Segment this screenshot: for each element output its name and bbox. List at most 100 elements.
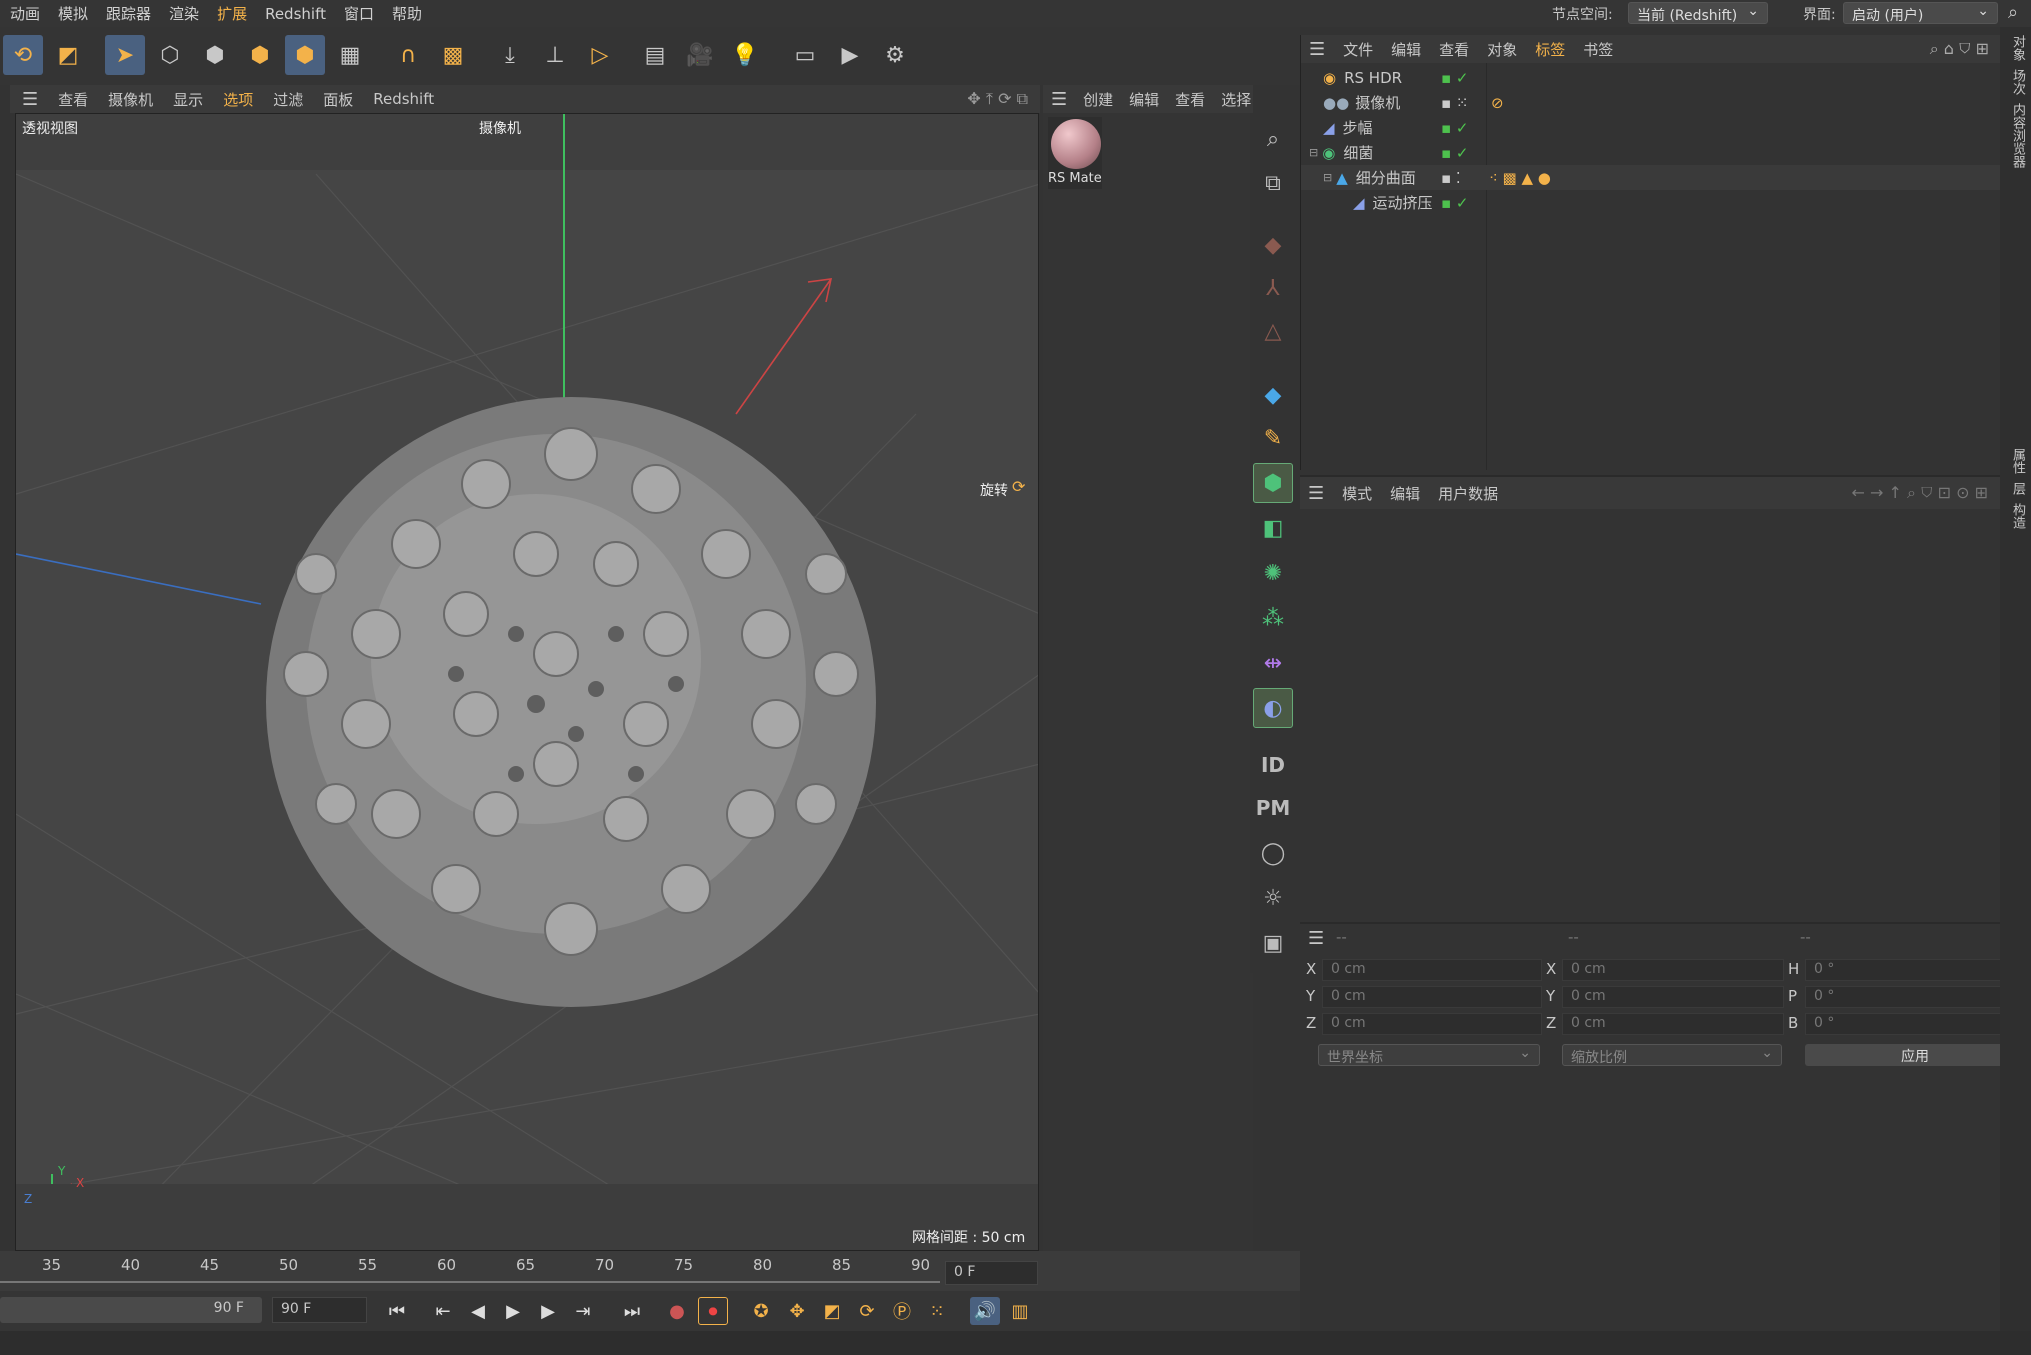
rot-p-field[interactable]: 0 ° [1805, 986, 2020, 1008]
next-frame-icon[interactable]: ▶ [533, 1297, 563, 1325]
obj-menu-bookmarks[interactable]: 书签 [1583, 39, 1613, 60]
hamburger-icon[interactable]: ☰ [22, 89, 38, 110]
tab-objects[interactable]: 对象 [2008, 35, 2027, 61]
rot-h-field[interactable]: 0 ° [1805, 959, 2020, 981]
sun-icon[interactable]: ☼ [1253, 878, 1293, 918]
visibility-check-icon[interactable]: ▪ ✓ [1441, 69, 1469, 87]
vp-menu-filter[interactable]: 过滤 [273, 89, 303, 110]
render-settings-icon[interactable]: ⚙ [875, 35, 915, 75]
collapse-icon[interactable]: ⊟ [1309, 146, 1318, 159]
floor-icon[interactable]: ▤ [635, 35, 675, 75]
aov-icon[interactable]: ▣ [1253, 923, 1293, 963]
joint-icon[interactable]: ⅄ [1253, 268, 1293, 308]
menu-simulate[interactable]: 模拟 [58, 3, 88, 24]
drop-to-floor-icon[interactable]: ⤓ [490, 35, 530, 75]
menu-window[interactable]: 窗口 [344, 3, 374, 24]
go-end-icon[interactable]: ⏭ [617, 1297, 647, 1325]
timeline-ruler[interactable]: 35 40 45 50 55 60 65 70 75 80 85 90 0 F [0, 1251, 1300, 1291]
film-icon[interactable]: ▥ [1005, 1297, 1035, 1325]
obj-menu-file[interactable]: 文件 [1343, 39, 1373, 60]
attr-menu-userdata[interactable]: 用户数据 [1438, 483, 1498, 504]
light-icon[interactable]: 💡 [725, 35, 765, 75]
cloner-icon[interactable]: ✺ [1253, 553, 1293, 593]
polygons-mode-icon[interactable]: ⬢ [240, 35, 280, 75]
visibility-dots-icon[interactable]: ▪ ⁚ [1441, 169, 1461, 187]
pen-tool-icon[interactable]: ✎ [1253, 418, 1293, 458]
attribute-hamburger-icon[interactable]: ☰ [1308, 483, 1324, 504]
perspective-viewport[interactable]: 透视视图 摄像机 Y X Z 旋转 ⟳ 网格间距: 50 cm [15, 113, 1039, 1251]
cube-icon[interactable]: ◆ [1253, 375, 1293, 415]
deformer-icon[interactable]: ◐ [1253, 688, 1293, 728]
camera-icon[interactable]: 🎥 [680, 35, 720, 75]
menu-animate[interactable]: 动画 [10, 3, 40, 24]
vp-menu-camera[interactable]: 摄像机 [108, 89, 153, 110]
tab-structure[interactable]: 构造 [2008, 503, 2027, 529]
next-key-icon[interactable]: ⇥ [568, 1297, 598, 1325]
select-tool-icon[interactable]: ➤ [105, 35, 145, 75]
pen-icon[interactable]: ▷ [580, 35, 620, 75]
undo-icon[interactable]: ⟲ [3, 35, 43, 75]
frame-icon[interactable]: ⧉ [1253, 163, 1293, 203]
object-row[interactable]: ●● 摄像机 ▪ ⁙ ⊘ [1301, 90, 2001, 115]
obj-menu-object[interactable]: 对象 [1487, 39, 1517, 60]
search-icon[interactable]: ⌕ [2008, 2, 2018, 23]
mat-menu-view[interactable]: 查看 [1175, 89, 1205, 110]
pos-y-field[interactable]: 0 cm [1322, 986, 1542, 1008]
spacing-icon[interactable]: ⇹ [1253, 643, 1293, 683]
rot-b-field[interactable]: 0 ° [1805, 1013, 2020, 1035]
param-key-icon[interactable]: Ⓟ [887, 1297, 917, 1325]
visibility-check-icon[interactable]: ▪ ✓ [1441, 144, 1469, 162]
visibility-check-icon[interactable]: ▪ ✓ [1441, 194, 1469, 212]
vp-menu-panel[interactable]: 面板 [323, 89, 353, 110]
tab-layers[interactable]: 层 [2008, 482, 2027, 495]
protection-tag-icon[interactable]: ⊘ [1491, 94, 1504, 112]
render-view-icon[interactable]: ▶ [830, 35, 870, 75]
auto-key-icon[interactable]: ⏺ [698, 1297, 728, 1325]
scale-tool-icon[interactable]: ◩ [48, 35, 88, 75]
collapse-icon[interactable]: ⊟ [1323, 171, 1332, 184]
coord-system-dropdown[interactable]: 世界坐标 [1318, 1044, 1540, 1066]
grid-snap-icon[interactable]: ▩ [433, 35, 473, 75]
object-row[interactable]: ⊟ ◉ 细菌 ▪ ✓ [1301, 140, 2001, 165]
vp-menu-redshift[interactable]: Redshift [373, 90, 434, 108]
mograph-icon[interactable]: ⁂ [1253, 598, 1293, 638]
menu-render[interactable]: 渲染 [169, 3, 199, 24]
tab-attributes[interactable]: 属性 [2008, 448, 2027, 474]
mat-menu-edit[interactable]: 编辑 [1129, 89, 1159, 110]
clay-icon[interactable]: ◆ [1253, 225, 1293, 265]
attr-menu-mode[interactable]: 模式 [1342, 483, 1372, 504]
visibility-check-icon[interactable]: ▪ ✓ [1441, 119, 1469, 137]
coord-hamburger-icon[interactable]: ☰ [1308, 928, 1324, 949]
object-toolbar-icons[interactable]: ⌕ ⌂ ⛉ ⊞ [1930, 39, 1989, 59]
menu-extensions[interactable]: 扩展 [217, 3, 247, 24]
record-icon[interactable]: ● [662, 1297, 692, 1325]
magnet-icon[interactable]: ∩ [388, 35, 428, 75]
pla-key-icon[interactable]: ⁙ [922, 1297, 952, 1325]
node-space-dropdown[interactable]: 当前 (Redshift) [1628, 2, 1768, 24]
vp-menu-options[interactable]: 选项 [223, 89, 253, 110]
tab-content-browser[interactable]: 内容浏览器 [2008, 103, 2027, 168]
mat-menu-select[interactable]: 选择 [1221, 89, 1251, 110]
layout-dropdown[interactable]: 启动 (用户) [1843, 2, 1998, 24]
subdivision-icon[interactable]: ⬢ [1253, 463, 1293, 503]
play-icon[interactable]: ▶ [498, 1297, 528, 1325]
end-frame-slider[interactable]: 90 F [0, 1297, 262, 1323]
scale-mode-dropdown[interactable]: 缩放比例 [1562, 1044, 1782, 1066]
size-y-field[interactable]: 0 cm [1562, 986, 1784, 1008]
object-row[interactable]: ◉ RS HDR ▪ ✓ [1301, 65, 2001, 90]
obj-menu-tags[interactable]: 标签 [1535, 39, 1565, 60]
vp-menu-view[interactable]: 查看 [58, 89, 88, 110]
zoom-icon[interactable]: ⌕ [1253, 119, 1293, 159]
dome-icon[interactable]: ◯ [1253, 833, 1293, 873]
apply-button[interactable]: 应用 [1805, 1044, 2025, 1066]
menu-tracker[interactable]: 跟踪器 [106, 3, 151, 24]
current-frame-field[interactable]: 0 F [945, 1261, 1038, 1285]
material-swatch[interactable]: RS Mate [1048, 117, 1102, 189]
keyframe-selection-icon[interactable]: ✪ [746, 1297, 776, 1325]
axis-icon[interactable]: ⊥ [535, 35, 575, 75]
pos-z-field[interactable]: 0 cm [1322, 1013, 1542, 1035]
obj-menu-edit[interactable]: 编辑 [1391, 39, 1421, 60]
size-z-field[interactable]: 0 cm [1562, 1013, 1784, 1035]
obj-menu-view[interactable]: 查看 [1439, 39, 1469, 60]
position-key-icon[interactable]: ✥ [782, 1297, 812, 1325]
